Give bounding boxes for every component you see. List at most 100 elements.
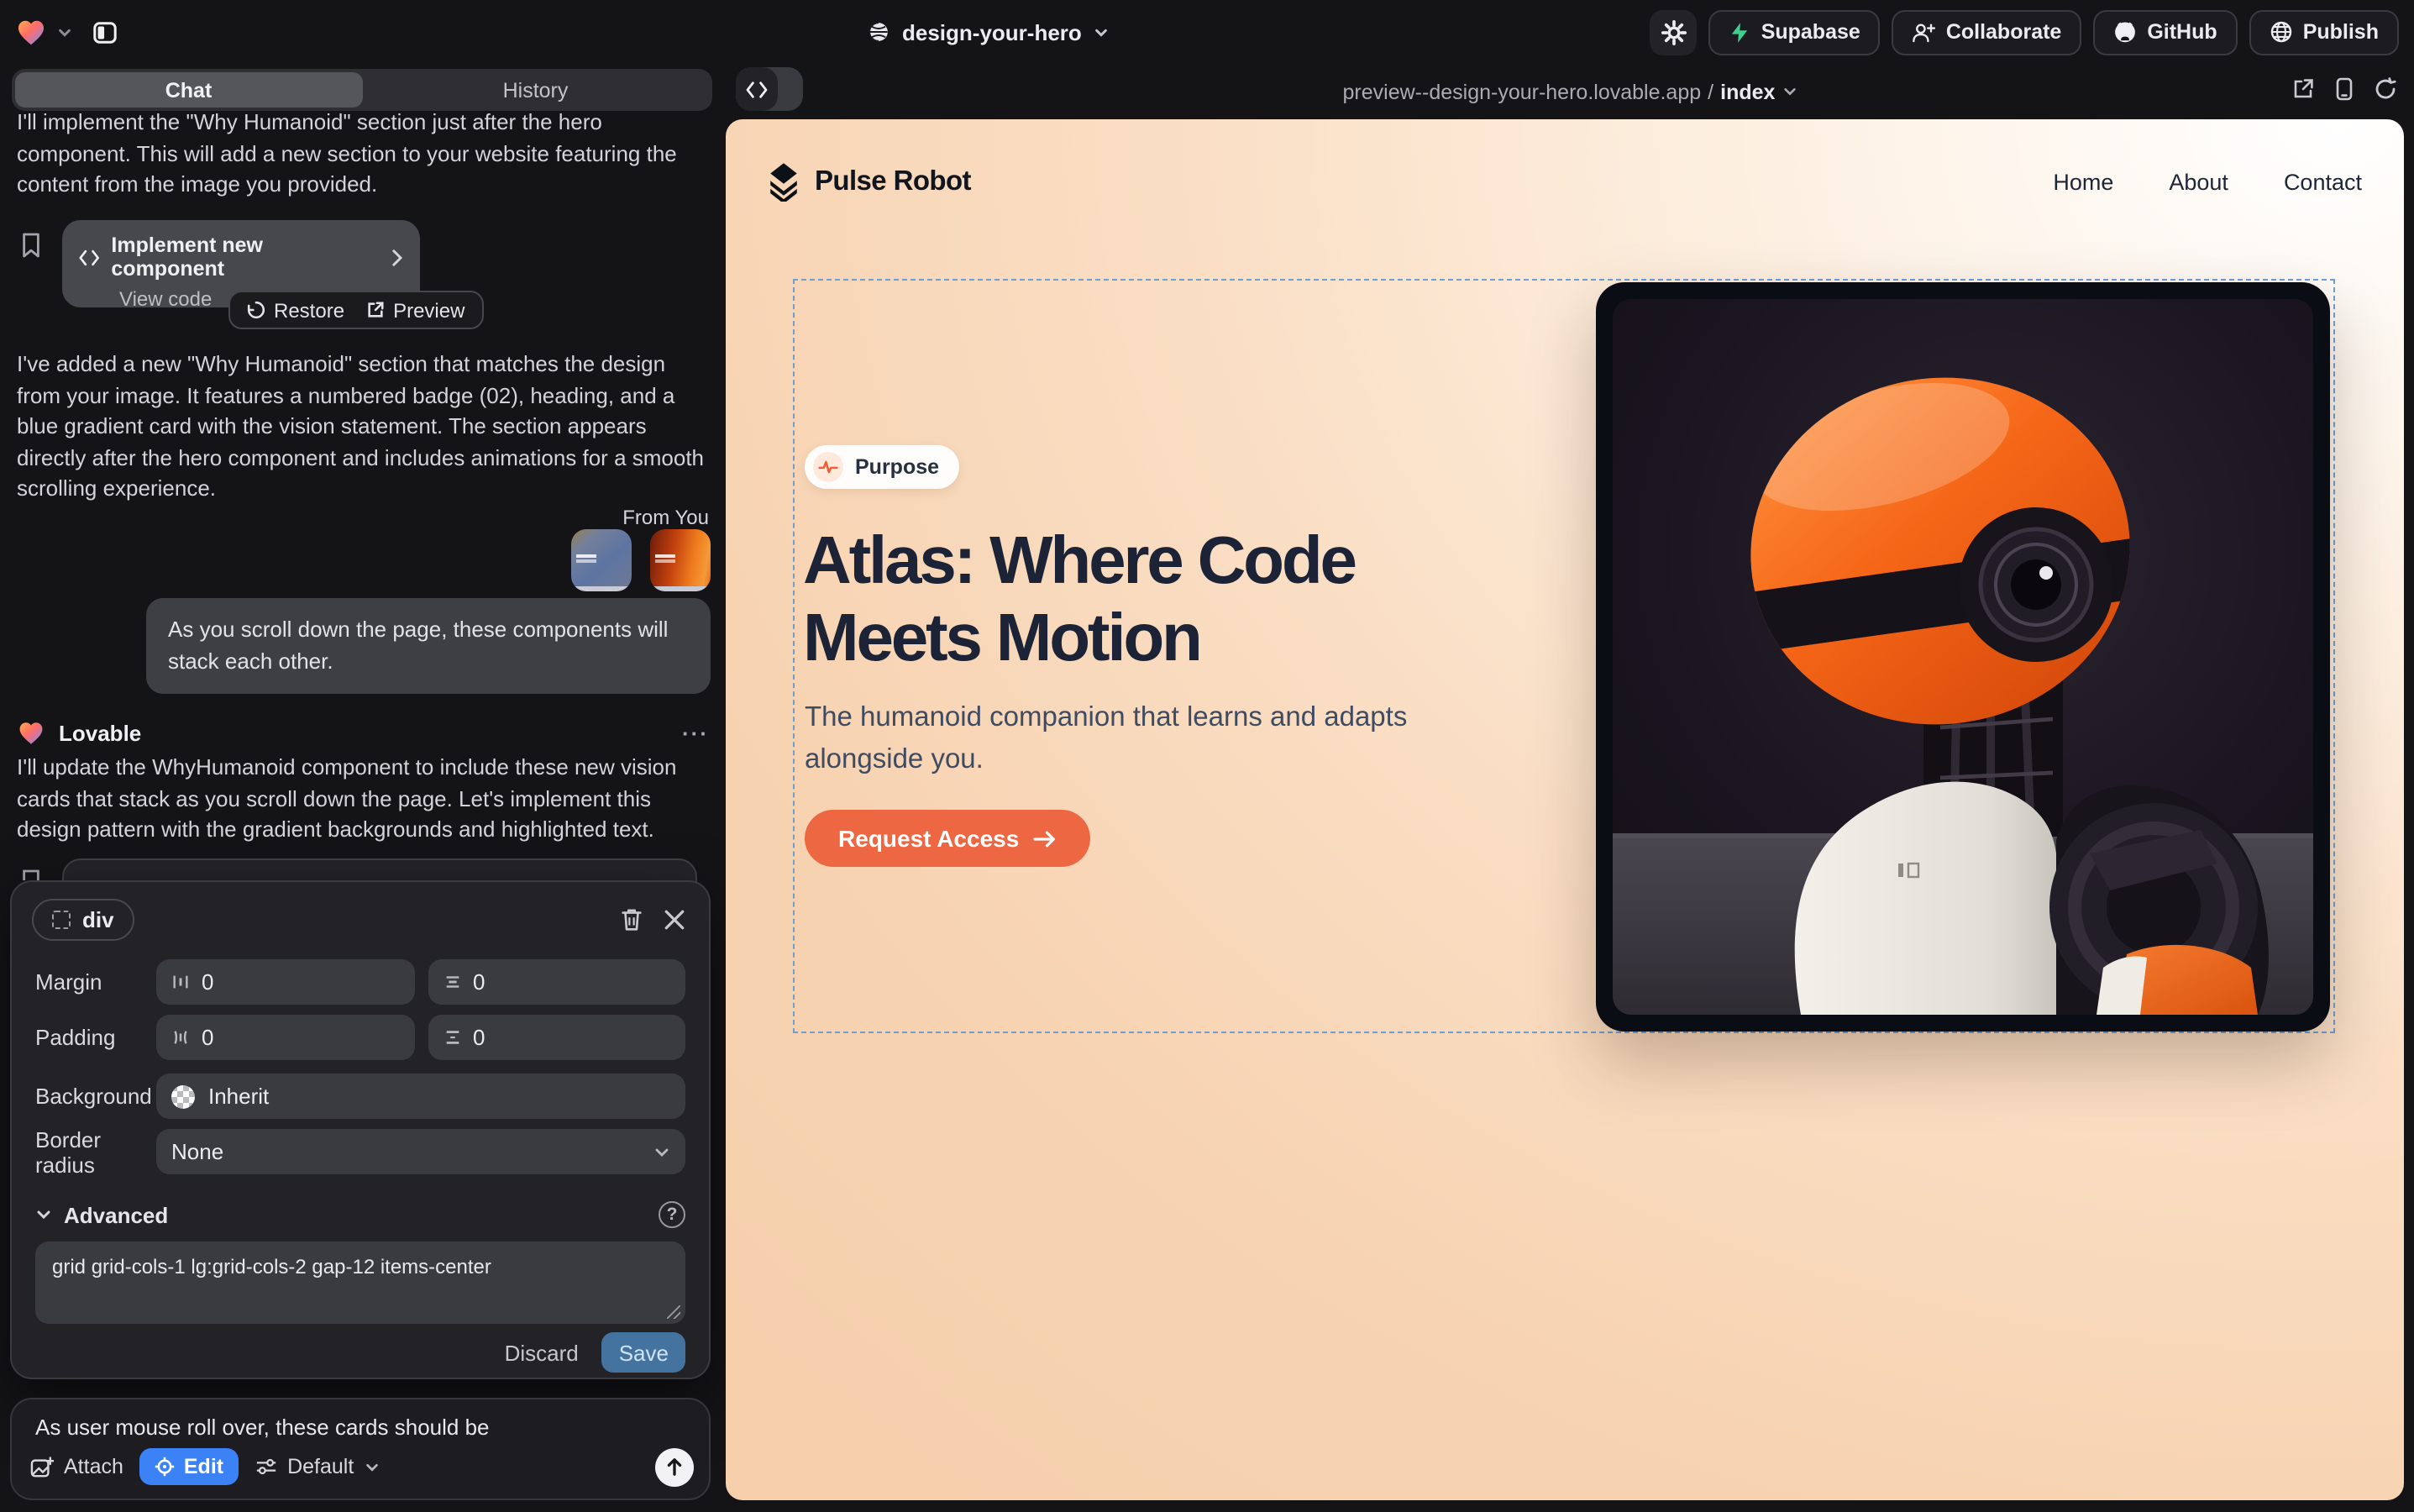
supabase-button[interactable]: Supabase xyxy=(1709,9,1881,55)
workspace-chevron-down-icon[interactable] xyxy=(57,24,72,39)
attach-image-icon xyxy=(30,1456,54,1478)
attach-button[interactable]: Attach xyxy=(30,1455,123,1478)
classes-textarea[interactable]: grid grid-cols-1 lg:grid-cols-2 gap-12 i… xyxy=(35,1242,685,1324)
hero-headline: Atlas: Where Code Meets Motion xyxy=(803,522,1355,677)
user-message-bubble: As you scroll down the page, these compo… xyxy=(146,598,711,694)
github-icon xyxy=(2113,20,2137,44)
delete-element-button[interactable] xyxy=(617,903,647,935)
settings-button[interactable] xyxy=(1650,9,1698,55)
margin-x-input[interactable]: 0 xyxy=(156,959,414,1005)
hero-robot-card xyxy=(1596,282,2330,1032)
chat-composer[interactable]: As user mouse roll over, these cards sho… xyxy=(10,1398,711,1500)
padding-vertical-icon xyxy=(443,1028,461,1047)
preview-url-bar[interactable]: preview--design-your-hero.lovable.app / … xyxy=(726,64,2414,119)
mobile-view-button[interactable] xyxy=(2335,77,2354,109)
publish-button[interactable]: Publish xyxy=(2249,9,2399,55)
lovable-logo-icon[interactable] xyxy=(15,16,47,48)
message-overflow-menu[interactable]: ··· xyxy=(682,721,709,746)
arrow-right-icon xyxy=(1032,829,1056,848)
lovable-heart-icon xyxy=(17,719,45,748)
restore-icon xyxy=(247,301,265,319)
select-chevron-down-icon xyxy=(653,1143,670,1160)
app-window: design-your-hero Supabase xyxy=(0,0,2414,1512)
preview-url: preview--design-your-hero.lovable.app xyxy=(1343,80,1702,103)
request-access-button[interactable]: Request Access xyxy=(805,810,1089,867)
assistant-message-1: I'll implement the "Why Humanoid" sectio… xyxy=(17,108,709,201)
component-card-title: Implement new component xyxy=(111,234,365,281)
nav-home[interactable]: Home xyxy=(2053,169,2113,194)
pulse-robot-logo-icon xyxy=(766,162,801,201)
background-label: Background xyxy=(35,1084,156,1109)
project-name: design-your-hero xyxy=(902,19,1082,45)
sliders-icon xyxy=(255,1457,277,1477)
edit-mode-button[interactable]: Edit xyxy=(140,1448,239,1485)
attachment-thumbnail-blue[interactable] xyxy=(571,529,632,591)
border-radius-label: Border radius xyxy=(35,1126,156,1177)
save-button[interactable]: Save xyxy=(602,1332,685,1373)
code-toggle-icon xyxy=(736,67,778,111)
selected-element-chip[interactable]: div xyxy=(32,898,134,940)
model-select-button[interactable]: Default xyxy=(255,1455,379,1478)
phone-icon xyxy=(2335,77,2354,101)
help-icon[interactable]: ? xyxy=(659,1201,685,1228)
background-input[interactable]: Inherit xyxy=(156,1074,685,1119)
send-arrow-up-icon xyxy=(665,1457,684,1477)
chevron-right-icon xyxy=(389,248,403,266)
advanced-section-toggle[interactable]: Advanced ? xyxy=(35,1198,685,1231)
padding-horizontal-icon xyxy=(171,1028,190,1047)
composer-input[interactable]: As user mouse roll over, these cards sho… xyxy=(35,1415,685,1440)
textarea-resize-handle[interactable] xyxy=(667,1305,680,1319)
chat-history-tabs: Chat History xyxy=(12,69,712,111)
open-in-new-tab-button[interactable] xyxy=(2291,77,2315,109)
globe-icon xyxy=(867,20,890,44)
border-radius-select[interactable]: None xyxy=(156,1129,685,1174)
gear-icon xyxy=(1661,19,1687,45)
attachment-thumbnail-orange[interactable] xyxy=(650,529,711,591)
bookmark-icon[interactable] xyxy=(20,232,42,267)
margin-y-input[interactable]: 0 xyxy=(428,959,685,1005)
top-bar: design-your-hero Supabase xyxy=(0,0,2414,64)
preview-button[interactable]: Preview xyxy=(366,298,464,322)
hero-subheadline: The humanoid companion that learns and a… xyxy=(805,697,1477,781)
github-button[interactable]: GitHub xyxy=(2093,9,2237,55)
tab-chat[interactable]: Chat xyxy=(15,72,362,108)
padding-y-input[interactable]: 0 xyxy=(428,1015,685,1060)
project-chevron-down-icon xyxy=(1094,24,1109,39)
send-button[interactable] xyxy=(655,1447,694,1486)
preview-page-name: index xyxy=(1720,80,1775,103)
nav-about[interactable]: About xyxy=(2169,169,2228,194)
margin-vertical-icon xyxy=(443,973,461,991)
page-chevron-down-icon xyxy=(1782,84,1797,99)
tab-history[interactable]: History xyxy=(362,72,709,108)
collaborate-icon xyxy=(1913,21,1936,43)
external-link-icon xyxy=(366,301,385,319)
project-switcher[interactable]: design-your-hero xyxy=(867,0,1109,64)
padding-x-input[interactable]: 0 xyxy=(156,1015,414,1060)
url-separator: / xyxy=(1708,80,1713,103)
close-icon xyxy=(664,908,685,930)
close-inspector-button[interactable] xyxy=(660,905,689,933)
restore-button[interactable]: Restore xyxy=(247,298,344,322)
assistant-name: Lovable xyxy=(59,721,141,746)
margin-horizontal-icon xyxy=(171,973,190,991)
discard-button[interactable]: Discard xyxy=(505,1340,579,1365)
collaborate-button[interactable]: Collaborate xyxy=(1892,9,2082,55)
site-brand[interactable]: Pulse Robot xyxy=(766,162,971,201)
sidebar-toggle-button[interactable] xyxy=(82,11,126,53)
badge-label: Purpose xyxy=(855,455,939,479)
version-hover-actions: Restore Preview xyxy=(228,291,483,329)
robot-image xyxy=(1613,299,2313,1015)
refresh-icon xyxy=(2374,77,2397,101)
element-outline-icon xyxy=(52,910,71,928)
pulse-icon xyxy=(813,452,843,482)
model-chevron-down-icon xyxy=(364,1459,379,1474)
assistant-header: Lovable ··· xyxy=(17,719,709,748)
code-icon xyxy=(79,248,99,266)
code-preview-toggle[interactable] xyxy=(736,67,803,111)
assistant-message-2: I've added a new "Why Humanoid" section … xyxy=(17,349,709,505)
trash-icon xyxy=(620,906,643,932)
refresh-button[interactable] xyxy=(2374,77,2397,109)
assistant-message-3: I'll update the WhyHumanoid component to… xyxy=(17,753,709,846)
purpose-badge: Purpose xyxy=(805,445,959,489)
nav-contact[interactable]: Contact xyxy=(2284,169,2362,194)
